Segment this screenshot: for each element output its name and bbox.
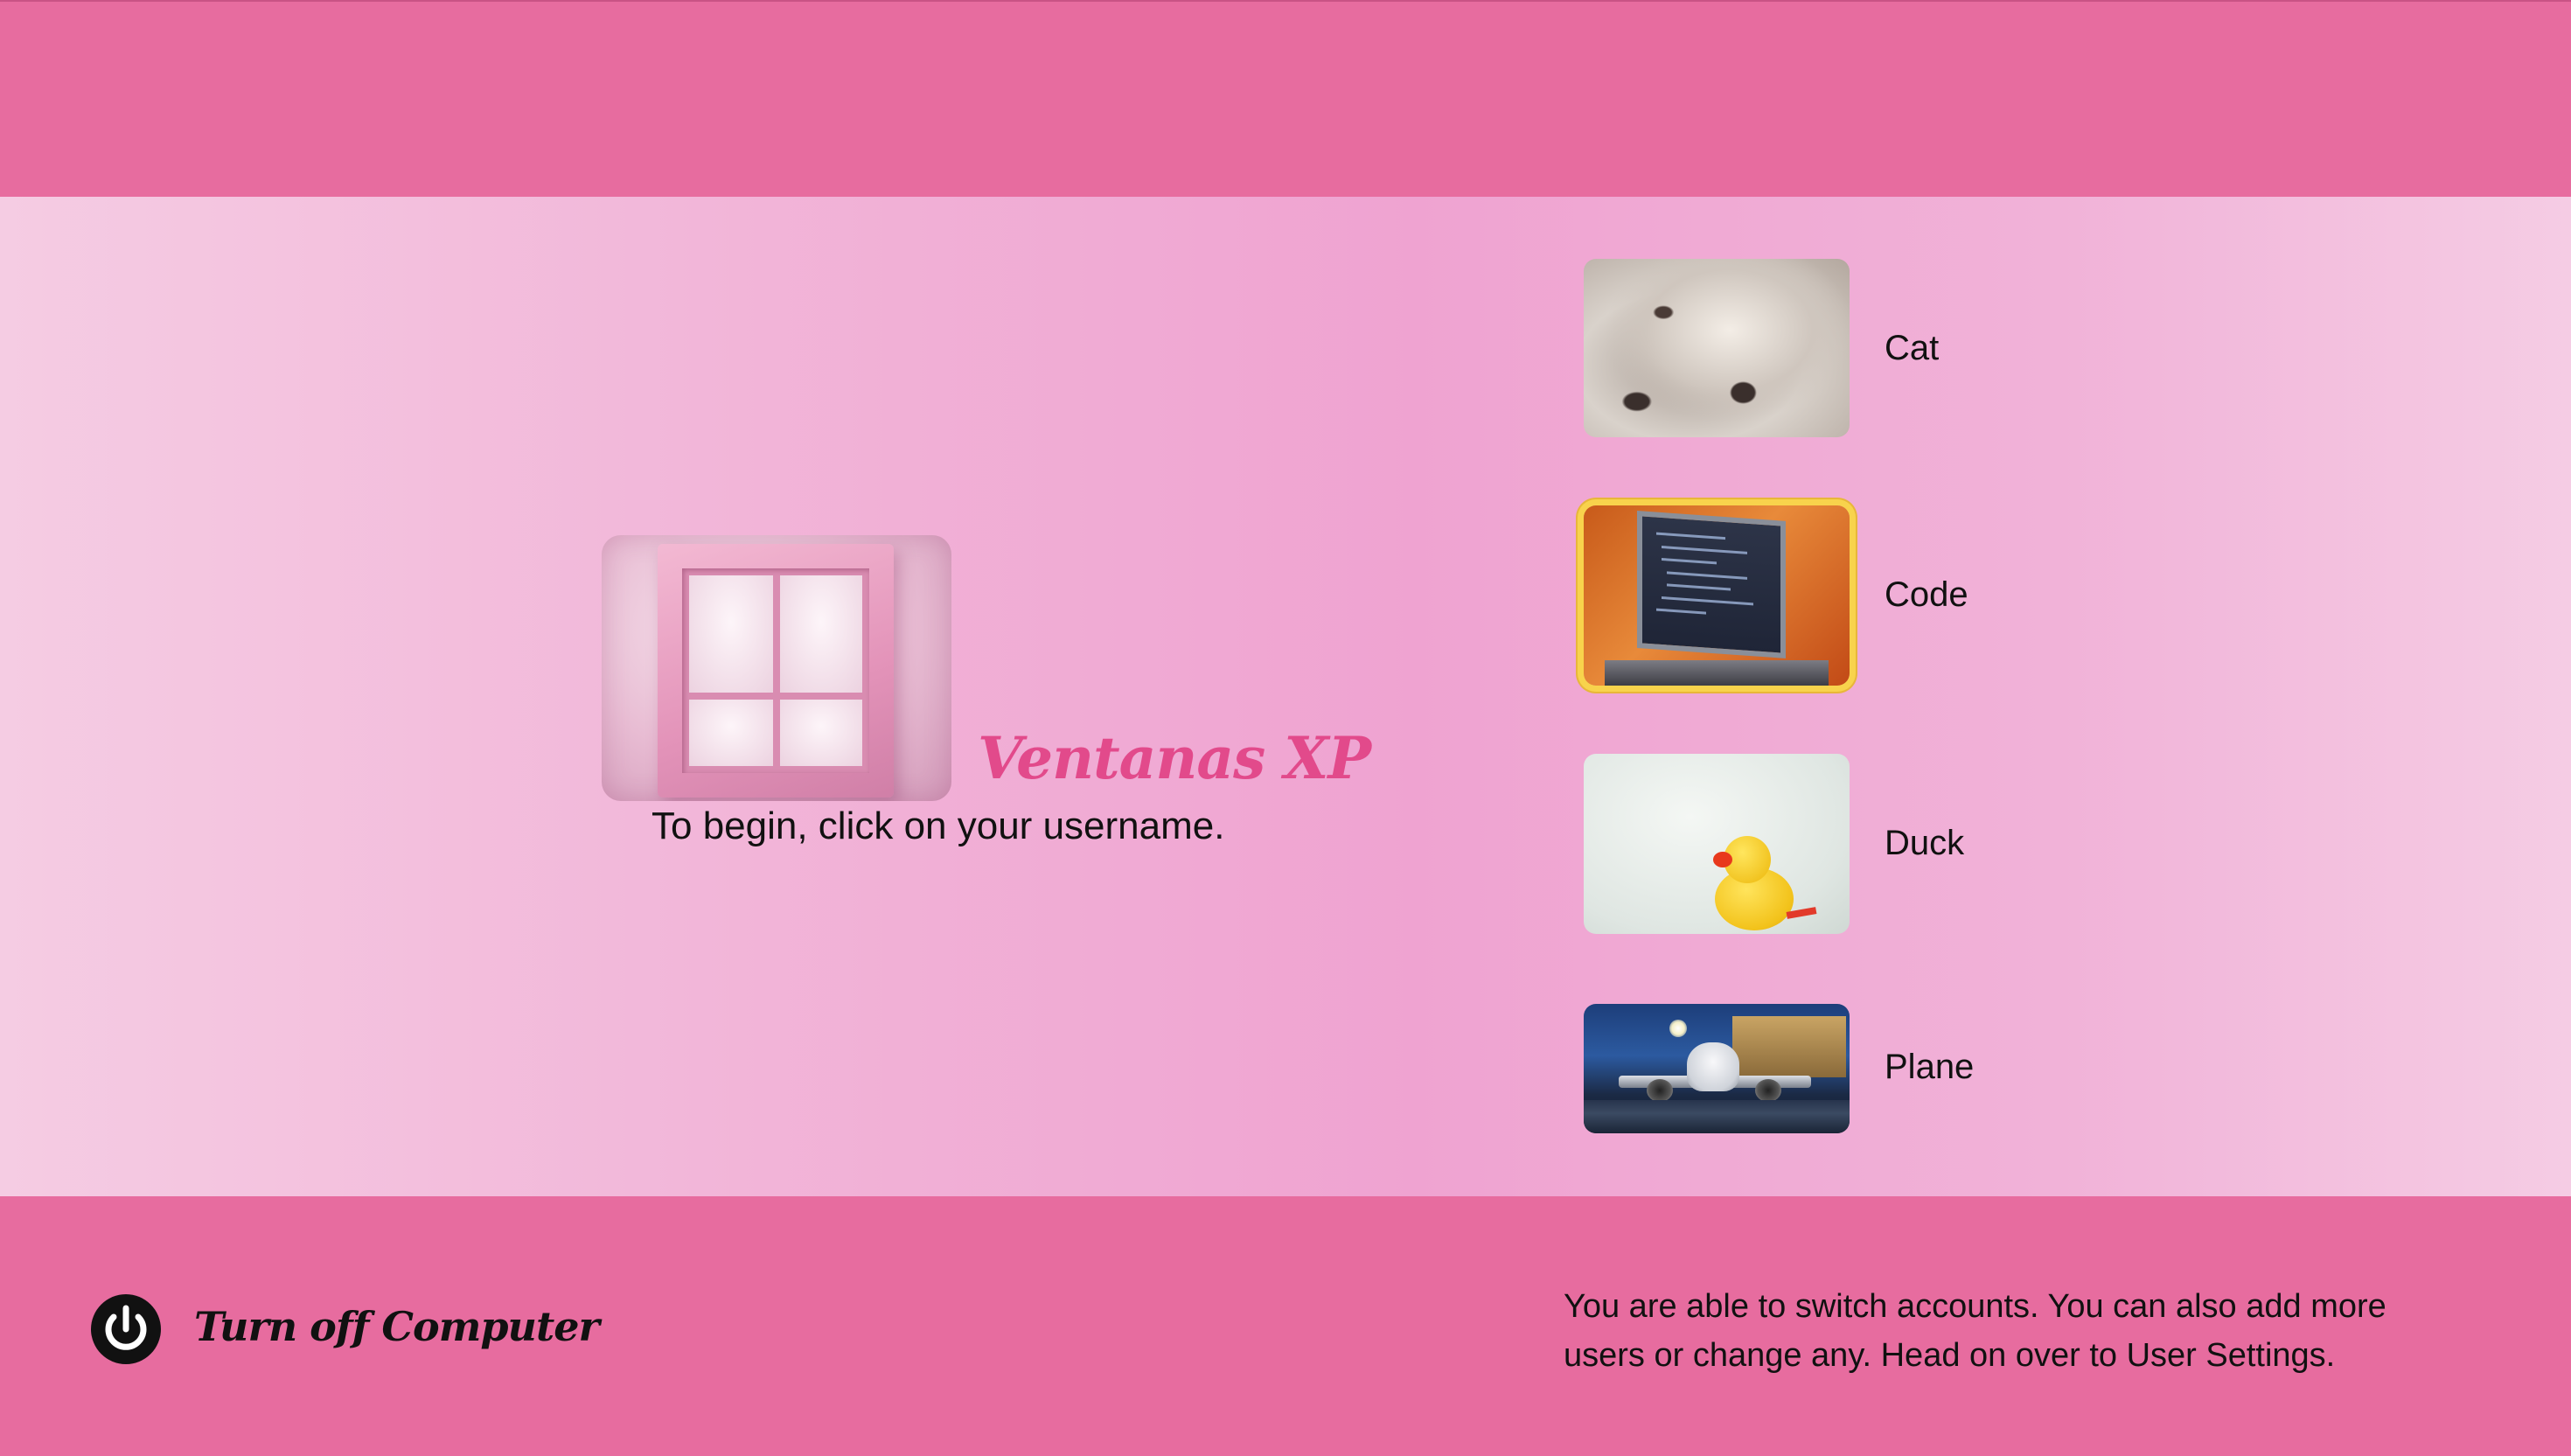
user-avatar-cat[interactable] [1584, 259, 1850, 437]
user-avatar-code[interactable] [1584, 505, 1850, 686]
user-name-cat[interactable]: Cat [1885, 329, 1939, 368]
user-avatar-duck[interactable] [1584, 754, 1850, 934]
account-switch-note: You are able to switch accounts. You can… [1564, 1288, 2386, 1374]
user-name-plane[interactable]: Plane [1885, 1048, 1974, 1087]
cat-photo [1584, 259, 1850, 437]
top-bar [0, 0, 2571, 197]
brand-title: Ventanas XP [978, 724, 1371, 792]
user-name-duck[interactable]: Duck [1885, 824, 1964, 863]
power-icon [105, 1305, 147, 1350]
login-panel [0, 197, 2571, 1196]
turn-off-computer-link[interactable]: Turn off Computer [194, 1303, 600, 1350]
airplane-photo [1584, 1004, 1850, 1133]
login-instruction: To begin, click on your username. [651, 805, 1225, 847]
power-button[interactable] [91, 1294, 161, 1364]
login-screen: Ventanas XP To begin, click on your user… [0, 0, 2571, 1456]
rubber-duck-photo [1584, 754, 1850, 934]
window-frame [658, 544, 894, 798]
window-logo-image [602, 535, 951, 801]
user-avatar-plane[interactable] [1584, 1004, 1850, 1133]
laptop-code-photo [1584, 505, 1850, 686]
user-name-code[interactable]: Code [1885, 575, 1968, 615]
